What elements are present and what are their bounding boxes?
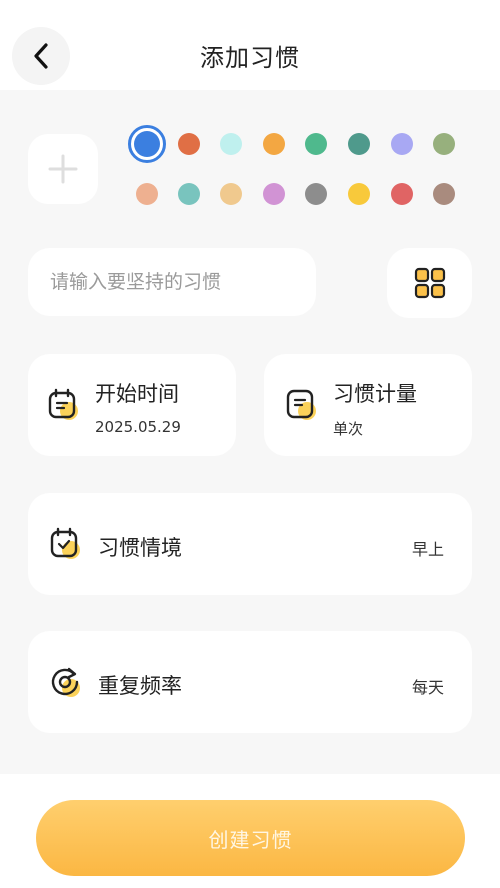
color-swatch[interactable] bbox=[178, 133, 200, 155]
color-swatch-selected[interactable] bbox=[128, 125, 166, 163]
grid-icon bbox=[414, 267, 445, 299]
color-swatch[interactable] bbox=[136, 183, 158, 205]
color-swatch-fill bbox=[134, 131, 160, 157]
habit-template-button[interactable] bbox=[387, 248, 472, 318]
color-swatch[interactable] bbox=[433, 133, 455, 155]
repeat-frequency-value: 每天 bbox=[411, 678, 444, 697]
calendar-check-icon bbox=[48, 527, 82, 561]
color-swatch[interactable] bbox=[263, 133, 285, 155]
note-icon bbox=[284, 388, 318, 422]
create-habit-button[interactable]: 创建习惯 bbox=[36, 800, 465, 876]
color-swatch[interactable] bbox=[391, 133, 413, 155]
color-swatch[interactable] bbox=[433, 183, 455, 205]
plus-icon bbox=[48, 154, 78, 184]
color-swatch[interactable] bbox=[391, 183, 413, 205]
color-swatch[interactable] bbox=[220, 183, 242, 205]
habit-measure-value: 单次 bbox=[333, 420, 364, 438]
color-swatch[interactable] bbox=[305, 133, 327, 155]
color-swatch[interactable] bbox=[178, 183, 200, 205]
color-swatch[interactable] bbox=[220, 133, 242, 155]
repeat-frequency-title: 重复频率 bbox=[98, 674, 182, 698]
color-swatch[interactable] bbox=[348, 133, 370, 155]
habit-context-title: 习惯情境 bbox=[98, 536, 182, 560]
habit-context-row[interactable]: 习惯情境 早上 bbox=[28, 493, 472, 595]
header-bar: 添加习惯 bbox=[0, 0, 500, 90]
add-icon-button[interactable] bbox=[28, 134, 98, 204]
repeat-icon bbox=[48, 665, 82, 699]
start-time-card[interactable]: 开始时间 2025.05.29 bbox=[28, 354, 236, 456]
color-swatch[interactable] bbox=[305, 183, 327, 205]
repeat-frequency-row[interactable]: 重复频率 每天 bbox=[28, 631, 472, 733]
start-time-title: 开始时间 bbox=[95, 382, 179, 406]
start-time-value: 2025.05.29 bbox=[95, 418, 181, 436]
color-swatch[interactable] bbox=[348, 183, 370, 205]
habit-measure-card[interactable]: 习惯计量 单次 bbox=[264, 354, 472, 456]
habit-measure-title: 习惯计量 bbox=[333, 382, 417, 406]
page-title: 添加习惯 bbox=[200, 44, 300, 72]
habit-context-value: 早上 bbox=[411, 540, 444, 559]
habit-name-input[interactable] bbox=[28, 248, 316, 316]
color-swatch[interactable] bbox=[263, 183, 285, 205]
calendar-icon bbox=[46, 388, 80, 422]
